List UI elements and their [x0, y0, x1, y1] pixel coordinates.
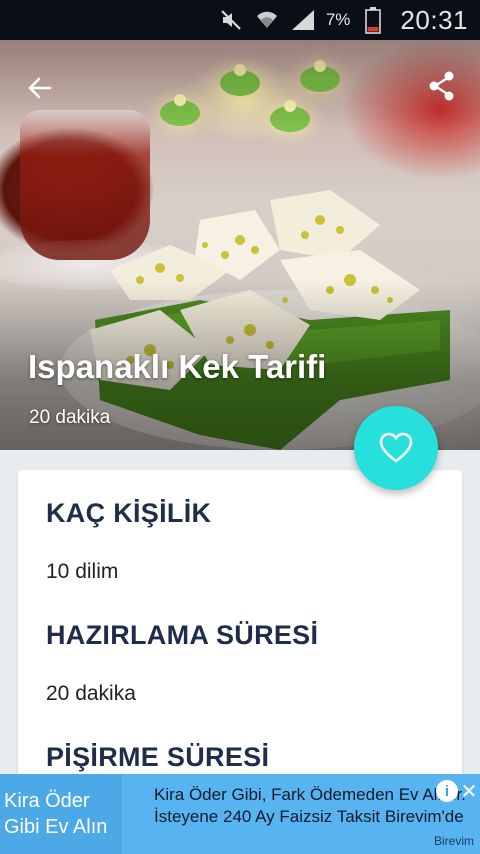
recipe-hero-image: Ispanaklı Kek Tarifi 20 dakika — [0, 40, 480, 450]
servings-title: KAÇ KİŞİLİK — [46, 498, 212, 528]
share-button[interactable] — [422, 66, 462, 106]
heart-outline-icon — [379, 432, 413, 463]
clock: 20:31 — [400, 4, 468, 35]
ad-line1: Kira Öder Gibi, Fark Ödemeden Ev Alınır. — [154, 785, 466, 804]
ad-line2: İsteyene 240 Ay Faizsiz Taksit Birevim'd… — [154, 807, 464, 826]
ad-left-line2: Gibi Ev Alın — [4, 816, 108, 838]
servings-value: 10 dilim — [46, 560, 119, 583]
arrow-left-icon — [28, 77, 52, 99]
battery-percent: 7% — [325, 10, 351, 29]
signal-icon — [290, 7, 316, 33]
favorite-button[interactable] — [354, 406, 438, 490]
ad-banner[interactable]: Kira Öder Gibi Ev Alın Kira Öder Gibi, F… — [0, 774, 480, 854]
ad-left-line1: Kira Öder — [4, 790, 90, 812]
prep-time-value: 20 dakika — [46, 682, 136, 705]
prep-time-title: HAZIRLAMA SÜRESİ — [46, 620, 319, 650]
ad-brand: Birevim — [433, 834, 474, 848]
battery-icon — [360, 7, 386, 34]
status-bar: 7% 20:31 — [0, 0, 480, 40]
wifi-icon — [254, 7, 280, 33]
mute-icon — [218, 7, 244, 33]
ad-copy: Kira Öder Gibi, Fark Ödemeden Ev Alınır.… — [154, 784, 466, 828]
ad-left-text: Kira Öder Gibi Ev Alın — [0, 774, 122, 854]
recipe-duration: 20 dakika — [29, 407, 111, 428]
back-button[interactable] — [20, 68, 60, 108]
ad-close-icon[interactable]: ✕ — [460, 780, 478, 803]
adchoices-icon[interactable]: i — [436, 780, 458, 802]
recipe-title: Ispanaklı Kek Tarifi — [28, 348, 327, 385]
share-icon — [429, 71, 454, 101]
cook-time-title: PİŞİRME SÜRESİ — [46, 742, 270, 772]
